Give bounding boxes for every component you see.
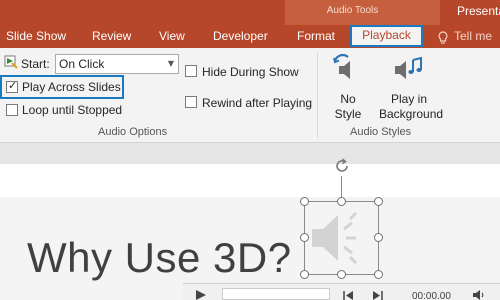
speaker-music-icon xyxy=(395,56,422,79)
document-title: Presenta xyxy=(457,4,500,18)
start-select[interactable]: On Click ▼ xyxy=(55,54,179,74)
tab-playback[interactable]: Playback xyxy=(350,25,423,47)
play-across-slides-checkbox[interactable] xyxy=(6,79,18,93)
slide-title[interactable]: Why Use 3D? xyxy=(27,234,292,282)
fast-forward-icon[interactable] xyxy=(371,291,383,300)
group-separator xyxy=(317,52,318,138)
audio-styles-group-label: Audio Styles xyxy=(350,126,412,138)
play-in-background-label-line1: Play in xyxy=(390,92,428,106)
start-select-value: On Click xyxy=(59,57,105,71)
lightbulb-icon xyxy=(438,31,448,44)
chevron-down-icon: ▼ xyxy=(167,59,174,68)
audio-progress-track[interactable] xyxy=(222,288,330,300)
resize-handle-top-left[interactable] xyxy=(300,197,309,206)
volume-icon[interactable] xyxy=(472,290,486,300)
tab-developer[interactable]: Developer xyxy=(213,25,268,48)
audio-options-group-label: Audio Options xyxy=(98,126,168,138)
resize-handle-bottom[interactable] xyxy=(337,270,346,279)
start-trigger-icon xyxy=(4,55,18,69)
tab-format[interactable]: Format xyxy=(297,25,335,48)
no-style-label-line1: No xyxy=(340,92,356,106)
tell-me-search[interactable]: Tell me xyxy=(437,25,492,48)
resize-handle-right[interactable] xyxy=(374,233,383,242)
rewind-after-playing-label: Rewind after Playing xyxy=(202,96,313,110)
slide-pane-gap xyxy=(0,144,500,164)
rewind-after-playing-checkbox[interactable] xyxy=(185,96,197,108)
context-group-label: Audio Tools xyxy=(326,5,379,16)
tab-slide-show[interactable]: Slide Show xyxy=(6,25,66,48)
loop-until-stopped-checkbox[interactable] xyxy=(6,104,18,116)
rotate-handle-icon[interactable] xyxy=(333,157,351,175)
loop-until-stopped-label: Loop until Stopped xyxy=(22,103,123,117)
play-across-slides-label: Play Across Slides xyxy=(22,80,121,94)
hide-during-show-label: Hide During Show xyxy=(202,65,299,79)
no-style-button[interactable]: No Style xyxy=(327,52,369,122)
tab-view[interactable]: View xyxy=(159,25,185,48)
rewind-icon[interactable] xyxy=(343,291,355,300)
play-icon[interactable] xyxy=(195,290,207,300)
no-style-label-line2: Style xyxy=(334,107,362,121)
resize-handle-bottom-left[interactable] xyxy=(300,270,309,279)
speaker-undo-icon xyxy=(333,54,350,79)
resize-handle-top[interactable] xyxy=(337,197,346,206)
resize-handle-top-right[interactable] xyxy=(374,197,383,206)
tab-review[interactable]: Review xyxy=(92,25,131,48)
audio-time-readout: 00:00.00 xyxy=(412,291,451,300)
hide-during-show-checkbox[interactable] xyxy=(185,65,197,77)
speaker-icon xyxy=(312,211,358,265)
resize-handle-left[interactable] xyxy=(300,233,309,242)
play-in-background-label-line2: Background xyxy=(379,107,444,121)
play-in-background-button[interactable]: Play in Background xyxy=(379,52,444,122)
start-label: Start: xyxy=(21,57,50,71)
resize-handle-bottom-right[interactable] xyxy=(374,270,383,279)
